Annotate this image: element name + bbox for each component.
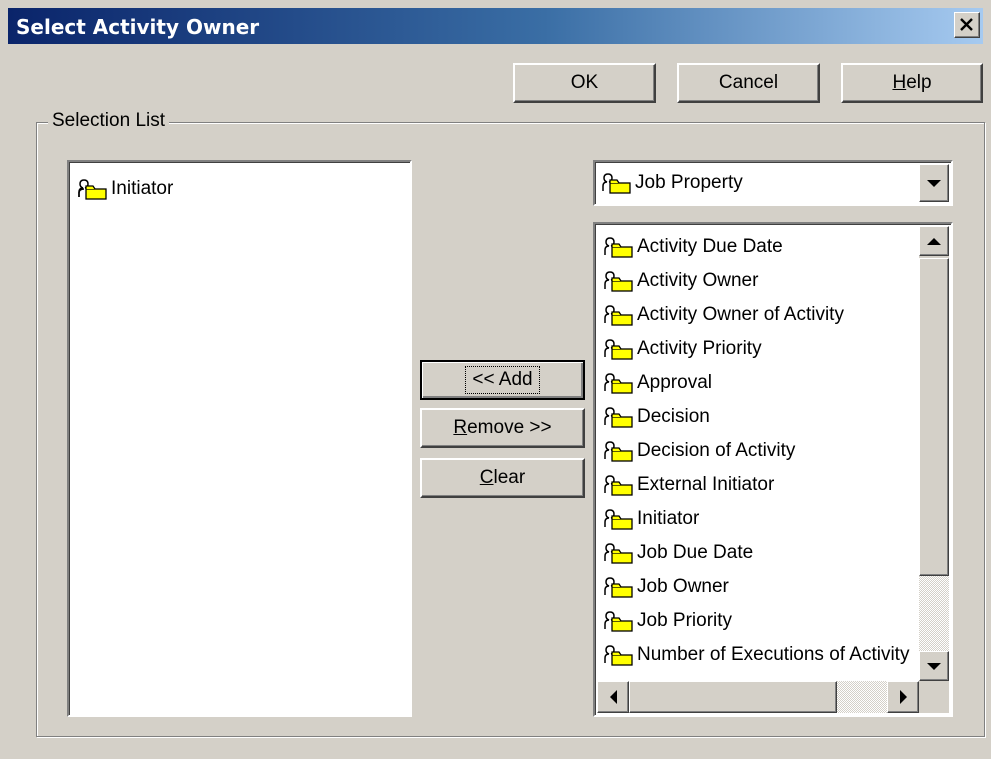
help-button-label: Help bbox=[892, 72, 932, 93]
dropdown-arrow-button[interactable] bbox=[919, 164, 949, 202]
person-folder-icon bbox=[604, 407, 633, 428]
horizontal-scrollbar[interactable] bbox=[597, 681, 919, 713]
list-item-label: Activity Priority bbox=[637, 338, 762, 359]
list-item[interactable]: External Initiator bbox=[603, 468, 774, 502]
scroll-up-button[interactable] bbox=[919, 226, 949, 256]
list-item-label: Decision of Activity bbox=[637, 440, 796, 461]
list-item-label: Activity Due Date bbox=[637, 236, 783, 257]
list-item[interactable]: Approval bbox=[603, 366, 712, 400]
list-item[interactable]: Activity Due Date bbox=[603, 230, 783, 264]
add-button-label: << Add bbox=[465, 366, 540, 394]
list-item[interactable]: Job Priority bbox=[603, 604, 732, 638]
person-folder-icon bbox=[604, 339, 633, 360]
list-item-label: Job Owner bbox=[637, 576, 729, 597]
list-item[interactable]: Initiator bbox=[603, 502, 699, 536]
cancel-button[interactable]: Cancel bbox=[677, 63, 820, 103]
add-button[interactable]: << Add bbox=[420, 360, 585, 400]
vertical-scrollbar[interactable] bbox=[919, 226, 949, 681]
available-owners-list[interactable]: Activity Due Date Activity Owner Activity … bbox=[593, 222, 953, 717]
list-item[interactable]: Job Owner bbox=[603, 570, 729, 604]
list-item-label: Approval bbox=[637, 372, 712, 393]
title-bar[interactable]: Select Activity Owner bbox=[8, 8, 983, 44]
list-item[interactable]: Decision of Activity bbox=[603, 434, 795, 468]
close-icon bbox=[960, 18, 973, 31]
dialog-window: Select Activity Owner OK Cancel Help Sel… bbox=[0, 0, 991, 759]
clear-button[interactable]: Clear bbox=[420, 458, 585, 498]
list-item[interactable]: Activity Owner bbox=[603, 264, 758, 298]
list-item[interactable]: Previous Activity Owner bbox=[603, 672, 837, 677]
list-item-label: Number of Executions of Activity bbox=[637, 644, 910, 665]
person-folder-icon bbox=[604, 305, 633, 326]
scroll-down-button[interactable] bbox=[919, 651, 949, 681]
list-item[interactable]: Job Due Date bbox=[603, 536, 753, 570]
list-item-label: Job Due Date bbox=[637, 542, 754, 563]
list-item-label: External Initiator bbox=[637, 474, 775, 495]
person-folder-icon bbox=[604, 577, 633, 598]
arrow-down-icon bbox=[927, 662, 941, 670]
list-item-label: Activity Owner bbox=[637, 270, 759, 291]
person-folder-icon bbox=[604, 611, 633, 632]
vertical-scroll-thumb[interactable] bbox=[919, 258, 949, 576]
horizontal-scroll-track[interactable] bbox=[837, 681, 887, 713]
list-item-label: Activity Owner of Activity bbox=[637, 304, 844, 325]
group-label: Selection List bbox=[48, 110, 170, 132]
list-item[interactable]: Initiator bbox=[77, 172, 173, 206]
person-folder-icon bbox=[602, 173, 631, 194]
list-item-label: Initiator bbox=[111, 178, 174, 199]
person-folder-icon bbox=[604, 373, 633, 394]
ok-button[interactable]: OK bbox=[513, 63, 656, 103]
arrow-left-icon bbox=[609, 690, 617, 704]
scroll-left-button[interactable] bbox=[597, 681, 629, 713]
help-button[interactable]: Help bbox=[841, 63, 983, 103]
dropdown-value-label: Job Property bbox=[635, 172, 743, 193]
arrow-up-icon bbox=[927, 237, 941, 245]
cancel-button-label: Cancel bbox=[718, 72, 779, 93]
selected-owners-list[interactable]: Initiator bbox=[67, 160, 412, 717]
list-item[interactable]: Activity Owner of Activity bbox=[603, 298, 844, 332]
list-item[interactable]: Number of Executions of Activity bbox=[603, 638, 909, 672]
person-folder-icon bbox=[604, 441, 633, 462]
arrow-right-icon bbox=[899, 690, 907, 704]
list-item-label: Decision bbox=[637, 406, 710, 427]
list-item[interactable]: Activity Priority bbox=[603, 332, 762, 366]
person-folder-icon bbox=[604, 475, 633, 496]
scrollbar-corner bbox=[919, 681, 949, 713]
chevron-down-icon bbox=[927, 179, 941, 187]
category-dropdown[interactable]: Job Property bbox=[593, 160, 953, 206]
dropdown-selected-value: Job Property bbox=[601, 166, 743, 200]
clear-button-label: Clear bbox=[479, 467, 526, 488]
ok-button-label: OK bbox=[570, 72, 599, 93]
person-folder-icon bbox=[604, 509, 633, 530]
list-item-label: Job Priority bbox=[637, 610, 733, 631]
list-item[interactable]: Decision bbox=[603, 400, 710, 434]
horizontal-scroll-thumb[interactable] bbox=[629, 681, 837, 713]
window-title: Select Activity Owner bbox=[16, 15, 260, 39]
person-folder-icon bbox=[604, 271, 633, 292]
person-folder-icon bbox=[78, 179, 107, 200]
list-item-label: Initiator bbox=[637, 508, 700, 529]
close-button[interactable] bbox=[954, 12, 980, 38]
vertical-scroll-track[interactable] bbox=[919, 576, 949, 651]
person-folder-icon bbox=[604, 645, 633, 666]
scroll-right-button[interactable] bbox=[887, 681, 919, 713]
remove-button[interactable]: Remove >> bbox=[420, 408, 585, 448]
remove-button-label: Remove >> bbox=[453, 417, 552, 438]
person-folder-icon bbox=[604, 543, 633, 564]
person-folder-icon bbox=[604, 237, 633, 258]
